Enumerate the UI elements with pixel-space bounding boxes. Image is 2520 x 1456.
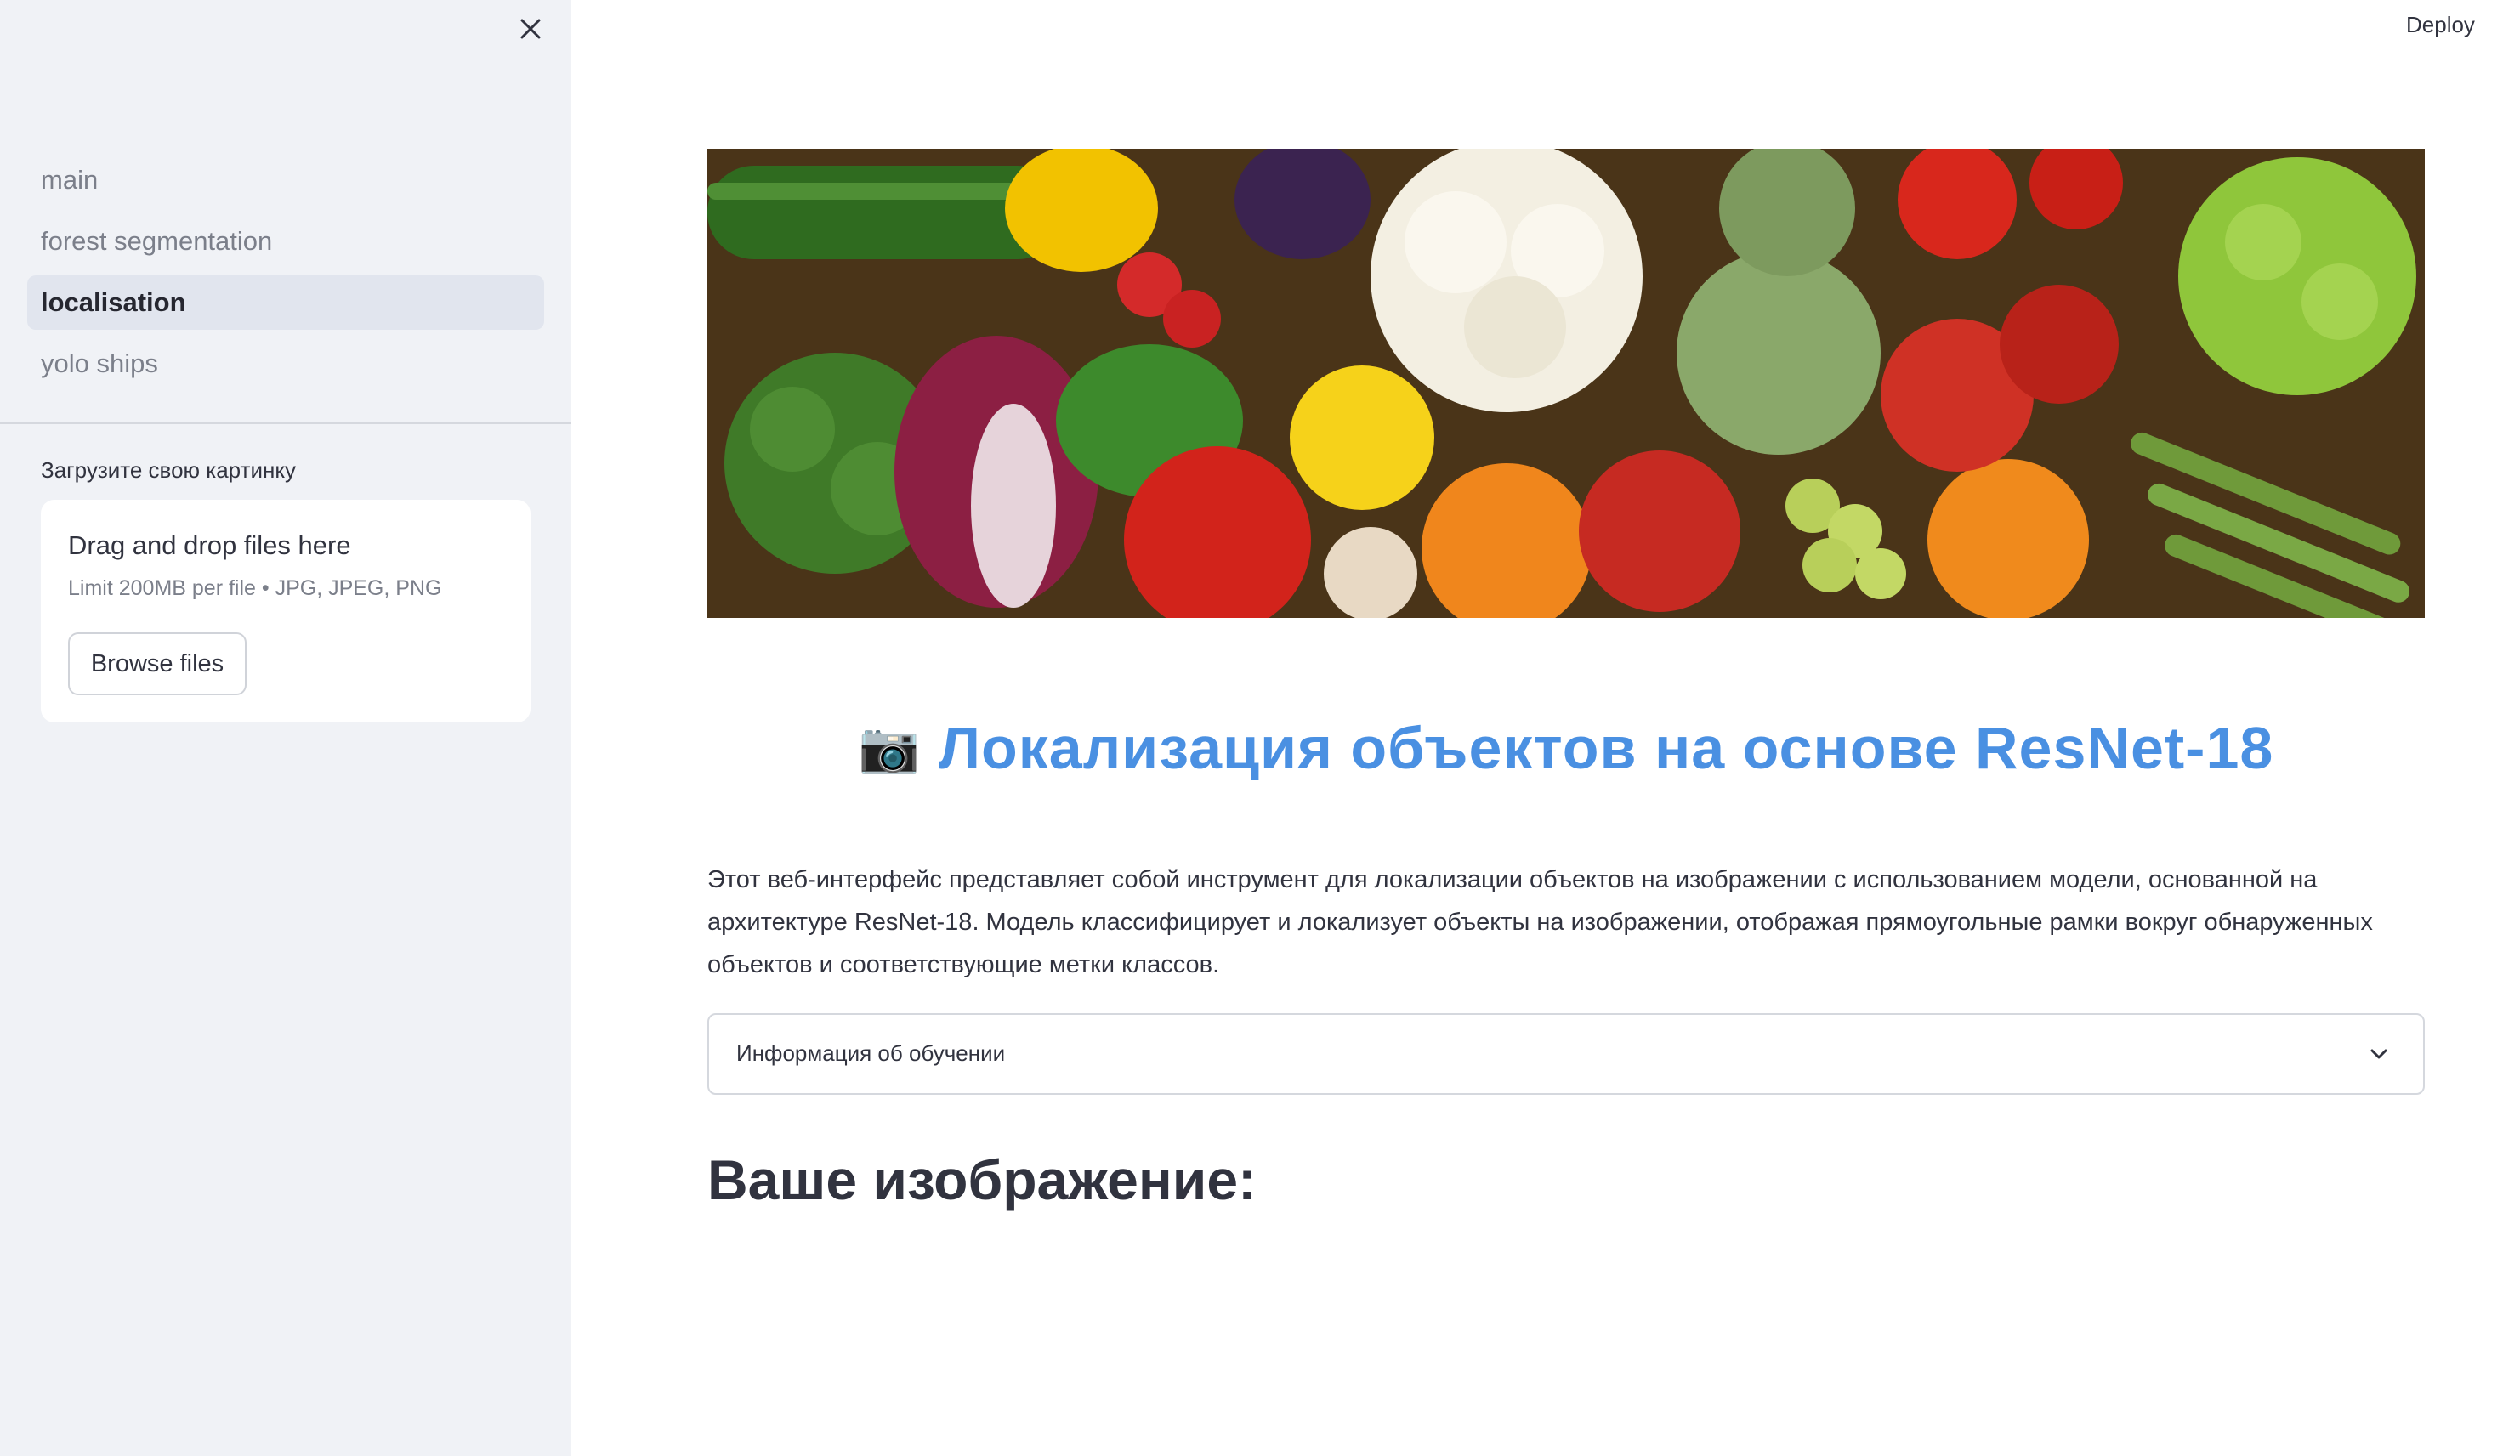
page-title-text: Локализация объектов на основе ResNet-18 — [938, 715, 2274, 781]
camera-icon: 📷 — [858, 720, 920, 775]
sidebar-item-main[interactable]: main — [27, 153, 544, 207]
your-image-heading: Ваше изображение: — [707, 1148, 1257, 1211]
sidebar-divider — [0, 422, 571, 424]
sidebar: main forest segmentation localisation yo… — [0, 0, 571, 1456]
expander-label: Информация об обучении — [736, 1040, 1006, 1066]
vegetables-photo — [707, 149, 2425, 618]
banner-image — [707, 149, 2425, 618]
dropzone-limit-text: Limit 200MB per file • JPG, JPEG, PNG — [68, 576, 442, 600]
training-info-expander[interactable]: Информация об обучении — [707, 1013, 2425, 1095]
page-description: Этот веб-интерфейс представляет собой ин… — [707, 866, 2373, 978]
page-title: 📷 Локализация объектов на основе ResNet-… — [707, 705, 2425, 790]
dropzone-title: Drag and drop files here — [68, 530, 351, 560]
sidebar-item-forest-segmentation[interactable]: forest segmentation — [27, 214, 544, 269]
upload-label: Загрузите свою картинку — [41, 457, 297, 483]
browse-files-button[interactable]: Browse files — [68, 632, 247, 695]
sidebar-nav: main forest segmentation localisation yo… — [27, 153, 544, 398]
close-sidebar-button[interactable] — [514, 12, 548, 46]
file-dropzone[interactable]: Drag and drop files here Limit 200MB per… — [41, 500, 531, 722]
sidebar-item-localisation[interactable]: localisation — [27, 275, 544, 330]
close-icon — [520, 19, 541, 39]
sidebar-item-yolo-ships[interactable]: yolo ships — [27, 337, 544, 391]
deploy-button[interactable]: Deploy — [2406, 12, 2475, 38]
chevron-down-icon — [2370, 1049, 2387, 1059]
